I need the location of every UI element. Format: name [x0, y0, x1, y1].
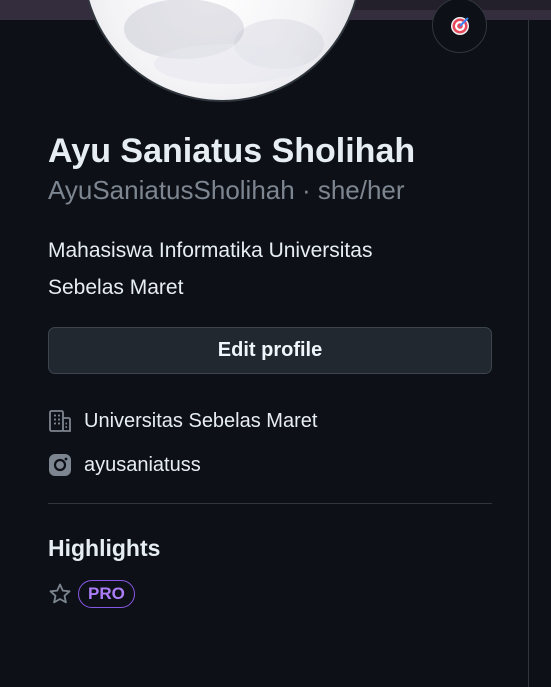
star-icon [49, 583, 71, 604]
username-separator: · [294, 175, 318, 205]
instagram-item[interactable]: ayusaniatuss [48, 450, 201, 480]
section-divider [48, 503, 492, 504]
target-emoji-icon [450, 16, 469, 35]
organization-icon [48, 409, 72, 433]
profile-page: Ayu Saniatus Sholihah AyuSaniatusSholiha… [0, 0, 551, 687]
highlights-item: PRO [48, 578, 135, 610]
avatar[interactable] [82, 0, 362, 102]
column-divider [528, 20, 529, 687]
highlights-heading: Highlights [48, 535, 161, 561]
pro-badge[interactable]: PRO [78, 580, 135, 608]
profile-bio: Mahasiswa Informatika Universitas Sebela… [48, 232, 478, 306]
profile-username-line: AyuSaniatusSholihah · she/her [48, 172, 405, 208]
edit-profile-button[interactable]: Edit profile [48, 327, 492, 374]
profile-full-name: Ayu Saniatus Sholihah [48, 132, 416, 170]
instagram-link[interactable]: ayusaniatuss [84, 454, 201, 477]
profile-pronouns: she/her [317, 175, 405, 205]
set-status-button[interactable] [432, 0, 487, 53]
bio-line: Mahasiswa Informatika Universitas [48, 239, 373, 262]
bio-line: Sebelas Maret [48, 276, 184, 299]
profile-username: AyuSaniatusSholihah [48, 175, 295, 205]
instagram-icon [48, 453, 72, 477]
organization-item: Universitas Sebelas Maret [48, 406, 317, 436]
organization-name: Universitas Sebelas Maret [84, 409, 318, 432]
